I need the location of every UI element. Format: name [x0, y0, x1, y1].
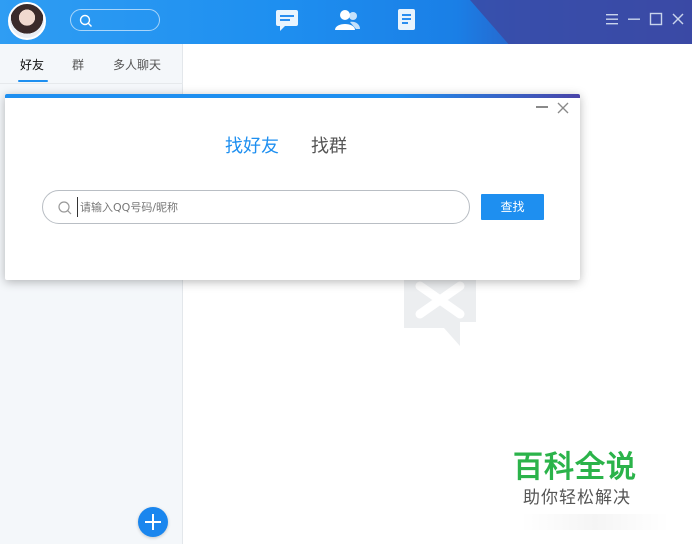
watermark-shadow: [520, 514, 670, 530]
find-dialog: 找好友 找群 查找: [5, 94, 580, 280]
chat-icon[interactable]: [274, 8, 302, 32]
find-button[interactable]: 查找: [481, 194, 544, 220]
search-field[interactable]: [70, 9, 160, 31]
dialog-minimize-icon[interactable]: [536, 106, 548, 108]
search-input[interactable]: [77, 197, 447, 217]
search-icon: [79, 14, 92, 27]
minimize-icon[interactable]: [626, 11, 642, 27]
tab-multi-chat[interactable]: 多人聊天: [113, 56, 161, 73]
avatar[interactable]: [8, 2, 46, 40]
dialog-close-icon[interactable]: [556, 101, 570, 115]
tab-find-friend[interactable]: 找好友: [225, 132, 279, 158]
site-watermark: 百科全说 助你轻松解决: [513, 450, 653, 510]
maximize-icon[interactable]: [648, 11, 664, 27]
tab-groups[interactable]: 群: [72, 56, 84, 73]
search-icon: [58, 201, 72, 215]
contacts-tabs: 好友 群 多人聊天: [0, 44, 183, 84]
dialog-accent-bar: [5, 94, 580, 98]
tab-find-group[interactable]: 找群: [311, 132, 347, 158]
watermark-subtitle: 助你轻松解决: [523, 488, 631, 508]
active-tab-indicator: [18, 80, 48, 82]
files-icon[interactable]: [393, 8, 421, 32]
title-bar: [0, 0, 692, 44]
app-logo-watermark-icon: [404, 272, 476, 346]
add-button[interactable]: [138, 507, 168, 537]
search-box[interactable]: [42, 190, 470, 224]
watermark-title: 百科全说: [513, 450, 637, 485]
close-icon[interactable]: [670, 11, 686, 27]
menu-icon[interactable]: [604, 11, 620, 27]
contacts-icon[interactable]: [333, 8, 361, 32]
tab-friends[interactable]: 好友: [20, 56, 44, 73]
